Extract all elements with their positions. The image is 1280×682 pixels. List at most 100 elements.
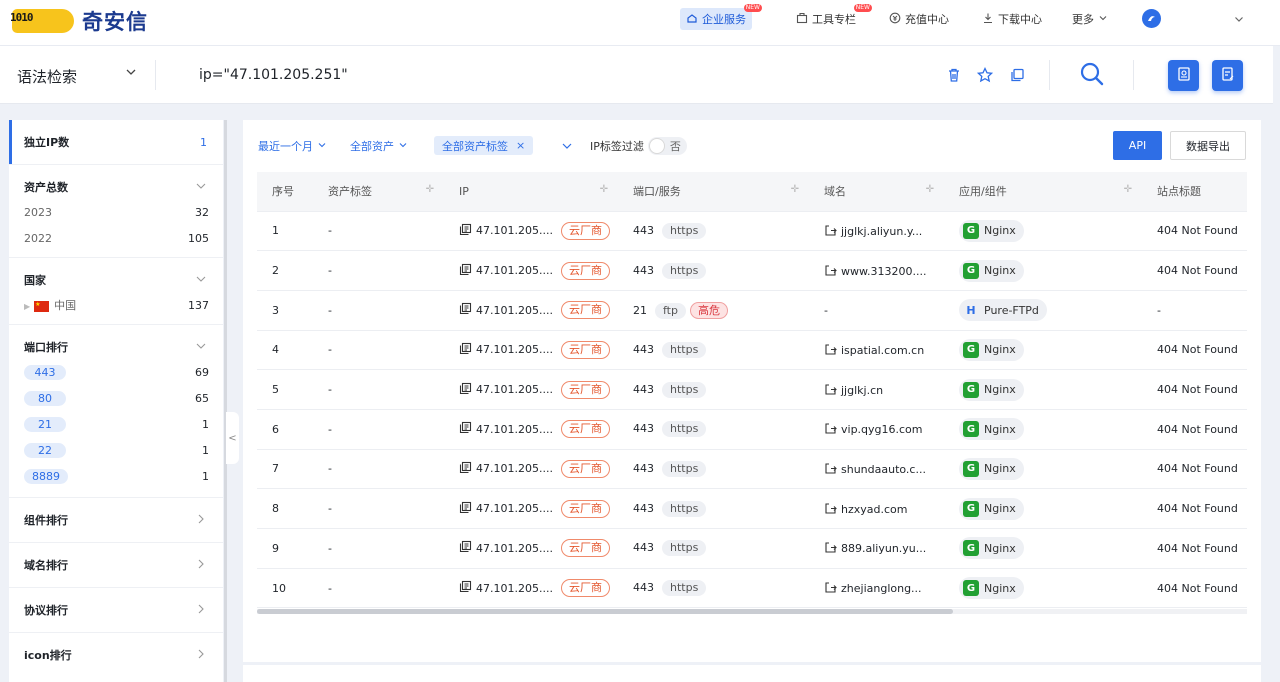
scrollbar-thumb[interactable] (257, 609, 953, 614)
external-link-icon[interactable] (824, 582, 841, 595)
table-row[interactable]: 8 - 47.101.205.... 云厂商 443 https hzxyad.c… (257, 488, 1247, 529)
ip-link[interactable]: 47.101.205.... (476, 224, 553, 237)
tag-dropdown-chevron-icon[interactable] (561, 140, 573, 155)
port-row[interactable]: 8889 1 (9, 463, 223, 489)
port-row[interactable]: 80 65 (9, 385, 223, 411)
ip-link[interactable]: 47.101.205.... (476, 582, 553, 595)
port-number[interactable]: 443 (633, 581, 654, 594)
component-rank-header[interactable]: 组件排行 (9, 498, 223, 542)
col-header[interactable]: 站点标题 (1142, 172, 1247, 212)
port-number[interactable]: 443 (633, 462, 654, 475)
component-chip[interactable]: G Nginx (959, 338, 1024, 361)
component-chip[interactable]: G Nginx (959, 259, 1024, 282)
ip-link[interactable]: 47.101.205.... (476, 383, 553, 396)
close-icon[interactable]: × (516, 139, 525, 152)
nav-tools[interactable]: 工具专栏 NEW (790, 4, 872, 30)
col-header[interactable]: 资产标签 ✛ (313, 172, 444, 212)
col-header[interactable]: 端口/服务 ✛ (618, 172, 809, 212)
copy-ip-icon[interactable] (459, 342, 472, 358)
nav-more[interactable]: 更多 (1066, 8, 1114, 30)
domain-link[interactable]: www.313200.... (841, 265, 926, 278)
external-link-icon[interactable] (824, 384, 841, 397)
ip-link[interactable]: 47.101.205.... (476, 423, 553, 436)
user-avatar[interactable] (1142, 9, 1161, 28)
ip-link[interactable]: 47.101.205.... (476, 343, 553, 356)
copy-ip-icon[interactable] (459, 382, 472, 398)
account-dropdown-chevron-icon[interactable] (1233, 13, 1245, 28)
nav-enterprise-service[interactable]: 企业服务 NEW (680, 4, 762, 30)
component-chip[interactable]: G Nginx (959, 418, 1024, 441)
page-scrollbar[interactable] (1273, 46, 1280, 682)
external-link-icon[interactable] (824, 423, 841, 436)
domain-link[interactable]: hzxyad.com (841, 503, 907, 516)
table-row[interactable]: 4 - 47.101.205.... 云厂商 443 https ispatial… (257, 330, 1247, 371)
nav-download[interactable]: 下载中心 (976, 8, 1048, 30)
ip-link[interactable]: 47.101.205.... (476, 462, 553, 475)
table-row[interactable]: 5 - 47.101.205.... 云厂商 443 https jjglkj.c… (257, 369, 1247, 410)
domain-link[interactable]: jjglkj.cn (841, 384, 883, 397)
component-chip[interactable]: G Nginx (959, 378, 1024, 401)
year-row[interactable]: 2022 105 (9, 225, 223, 251)
copy-ip-icon[interactable] (459, 580, 472, 596)
country-row[interactable]: ▶ 中国 137 (9, 292, 223, 318)
ip-link[interactable]: 47.101.205.... (476, 542, 553, 555)
icon-rank-header[interactable]: icon排行 (9, 633, 223, 677)
port-number[interactable]: 443 (633, 541, 654, 554)
ip-link[interactable]: 47.101.205.... (476, 304, 553, 317)
collapse-sidebar-button[interactable]: < (226, 412, 239, 464)
port-number[interactable]: 443 (633, 422, 654, 435)
external-link-icon[interactable] (824, 463, 841, 476)
port-number[interactable]: 443 (633, 264, 654, 277)
table-row[interactable]: 7 - 47.101.205.... 云厂商 443 https shundaau… (257, 449, 1247, 490)
export-button[interactable]: 数据导出 (1170, 131, 1246, 160)
domain-link[interactable]: - (824, 304, 828, 317)
port-number[interactable]: 443 (633, 343, 654, 356)
search-input[interactable]: ip="47.101.205.251" (199, 67, 348, 83)
component-chip[interactable]: G Nginx (959, 219, 1024, 242)
query-manual-button[interactable] (1168, 60, 1199, 91)
col-header[interactable]: IP ✛ (444, 172, 618, 212)
component-chip[interactable]: G Nginx (959, 457, 1024, 480)
saved-query-button[interactable] (1212, 60, 1243, 91)
caret-right-icon[interactable]: ▶ (24, 302, 30, 311)
port-row[interactable]: 21 1 (9, 411, 223, 437)
external-link-icon[interactable] (824, 503, 841, 516)
copy-ip-icon[interactable] (459, 223, 472, 239)
table-row[interactable]: 3 - 47.101.205.... 云厂商 21 ftp 高危 - H Pure-F… (257, 290, 1247, 331)
external-link-icon[interactable] (824, 264, 841, 278)
port-number[interactable]: 443 (633, 383, 654, 396)
ip-tag-toggle[interactable]: 否 (647, 137, 687, 155)
search-icon[interactable] (1079, 61, 1105, 87)
copy-ip-icon[interactable] (459, 421, 472, 437)
table-row[interactable]: 9 - 47.101.205.... 云厂商 443 https 889.aliy… (257, 528, 1247, 569)
table-horizontal-scrollbar[interactable] (257, 609, 1247, 614)
asset-scope-filter[interactable]: 全部资产 (350, 137, 408, 155)
component-chip[interactable]: H Pure-FTPd (959, 299, 1047, 322)
asset-tag-chip[interactable]: 全部资产标签 × (434, 136, 534, 155)
chevron-down-icon[interactable] (125, 66, 137, 81)
domain-rank-header[interactable]: 域名排行 (9, 543, 223, 587)
syntax-mode-select[interactable]: 语法检索 (17, 66, 77, 87)
protocol-rank-header[interactable]: 协议排行 (9, 588, 223, 632)
drag-handle-icon[interactable]: ✛ (791, 184, 799, 195)
sidebar-scrollbar[interactable] (224, 120, 227, 682)
drag-handle-icon[interactable]: ✛ (426, 184, 434, 195)
domain-link[interactable]: ispatial.com.cn (841, 344, 924, 357)
year-row[interactable]: 2023 32 (9, 199, 223, 225)
external-link-icon[interactable] (824, 344, 841, 357)
domain-link[interactable]: jjglkj.aliyun.y... (841, 225, 922, 238)
domain-link[interactable]: vip.qyg16.com (841, 423, 923, 436)
copy-ip-icon[interactable] (459, 302, 472, 318)
drag-handle-icon[interactable]: ✛ (600, 184, 608, 195)
copy-ip-icon[interactable] (459, 461, 472, 477)
col-header[interactable]: 域名 ✛ (809, 172, 944, 212)
copy-ip-icon[interactable] (459, 263, 472, 279)
component-chip[interactable]: G Nginx (959, 577, 1024, 600)
copy-ip-icon[interactable] (459, 540, 472, 556)
port-row[interactable]: 443 69 (9, 359, 223, 385)
port-number[interactable]: 443 (633, 224, 654, 237)
port-number[interactable]: 21 (633, 304, 647, 317)
col-header[interactable]: 应用/组件 ✛ (944, 172, 1142, 212)
ip-link[interactable]: 47.101.205.... (476, 502, 553, 515)
domain-link[interactable]: 889.aliyun.yu... (841, 542, 926, 555)
